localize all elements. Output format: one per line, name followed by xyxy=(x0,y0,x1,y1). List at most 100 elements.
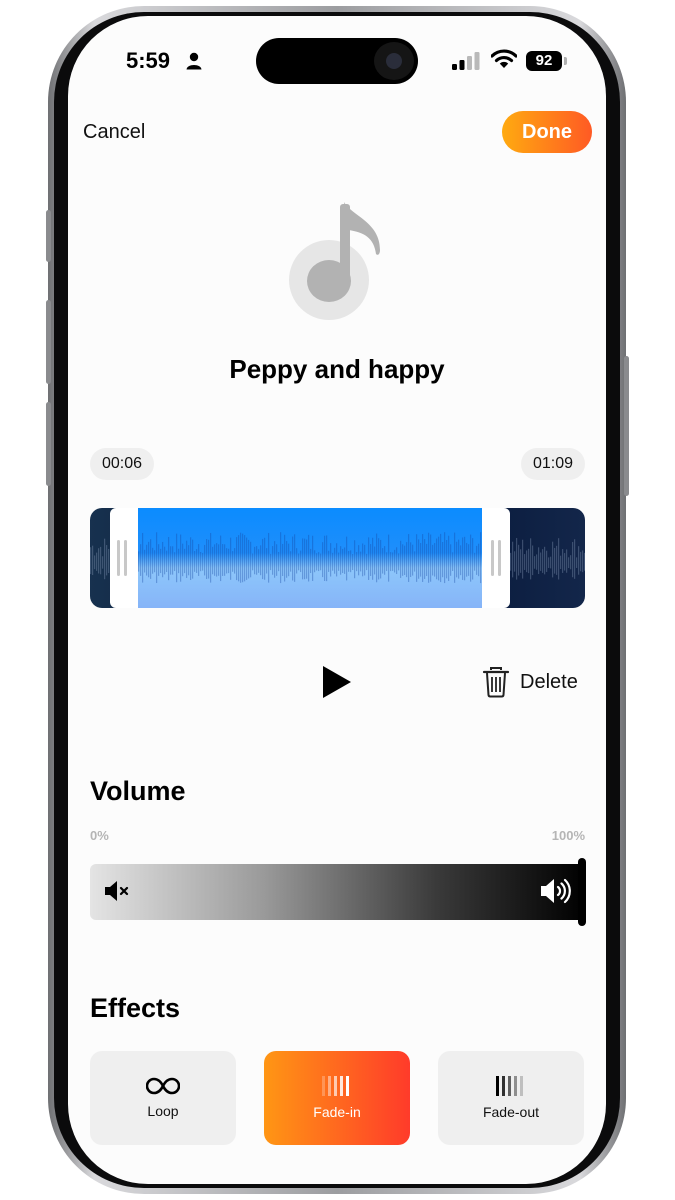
waveform-bar xyxy=(566,549,568,573)
signal-icon xyxy=(452,52,480,70)
effect-fade-in-label: Fade-in xyxy=(313,1104,361,1120)
battery-icon: 92 xyxy=(526,51,562,71)
waveform-bar xyxy=(398,553,400,571)
waveform-bars xyxy=(90,532,585,584)
trim-start-handle[interactable] xyxy=(110,508,138,608)
waveform-bar xyxy=(510,552,512,571)
volume-title: Volume xyxy=(90,776,186,806)
volume-slider[interactable] xyxy=(90,864,585,920)
waveform-bar xyxy=(222,544,224,576)
waveform-bar xyxy=(186,540,188,578)
camera-icon xyxy=(374,42,414,80)
cancel-button[interactable]: Cancel xyxy=(83,121,145,144)
effect-fade-in-button[interactable]: Fade-in xyxy=(264,1051,410,1145)
waveform-bar xyxy=(238,535,240,582)
trim-end-time: 01:09 xyxy=(520,448,585,480)
waveform-bar xyxy=(250,541,252,578)
waveform-bar xyxy=(332,552,334,571)
waveform-bar xyxy=(264,537,266,580)
waveform-bar xyxy=(396,547,398,575)
waveform-bar xyxy=(206,539,208,579)
waveform-bar xyxy=(92,545,94,576)
waveform-bar xyxy=(562,549,564,573)
track-title: Peppy and happy xyxy=(229,354,445,384)
fade-out-icon xyxy=(496,1076,523,1096)
waveform-bar xyxy=(276,544,278,576)
waveform-bar xyxy=(152,547,154,574)
waveform-bar xyxy=(144,549,146,573)
waveform-bar xyxy=(166,550,168,573)
waveform-bar xyxy=(240,532,242,583)
waveform-bar xyxy=(428,532,430,583)
waveform-bar xyxy=(374,546,376,575)
waveform-bar xyxy=(402,544,404,576)
waveform-bar xyxy=(256,546,258,575)
waveform-bar xyxy=(270,553,272,571)
waveform-bar xyxy=(406,542,408,578)
waveform-bar xyxy=(524,554,526,570)
waveform-bar xyxy=(376,533,378,583)
delete-button[interactable]: Delete xyxy=(482,662,578,702)
waveform-bar xyxy=(546,550,548,572)
waveform-bar xyxy=(312,535,314,581)
play-icon[interactable] xyxy=(320,664,354,700)
waveform-trimmer[interactable] xyxy=(90,508,585,608)
waveform-bar xyxy=(320,553,322,571)
waveform-bar xyxy=(358,545,360,576)
waveform-bar xyxy=(90,547,92,575)
waveform-bar xyxy=(106,545,108,576)
waveform-bar xyxy=(476,545,478,575)
trim-end-handle[interactable] xyxy=(482,508,510,608)
waveform-bar xyxy=(516,538,518,580)
waveform-bar xyxy=(226,548,228,574)
person-icon xyxy=(186,52,202,70)
waveform-bar xyxy=(550,556,552,569)
waveform-bar xyxy=(244,535,246,582)
waveform-bar xyxy=(392,552,394,571)
waveform-bar xyxy=(288,543,290,577)
waveform-bar xyxy=(224,544,226,576)
waveform-bar xyxy=(290,551,292,572)
waveform-bar xyxy=(182,543,184,577)
waveform-bar xyxy=(334,547,336,574)
waveform-bar xyxy=(214,544,216,576)
waveform-bar xyxy=(180,534,182,582)
waveform-bar xyxy=(282,543,284,577)
waveform-bar xyxy=(434,543,436,577)
waveform-bar xyxy=(310,548,312,574)
waveform-bar xyxy=(582,550,584,573)
waveform-bar xyxy=(400,540,402,578)
waveform-bar xyxy=(342,548,344,574)
effect-fade-out-button[interactable]: Fade-out xyxy=(438,1051,584,1145)
waveform-bar xyxy=(526,550,528,573)
waveform-bar xyxy=(410,542,412,577)
waveform-bar xyxy=(404,545,406,575)
volume-max-label: 100% xyxy=(551,828,585,843)
waveform-bar xyxy=(96,552,98,571)
waveform-bar xyxy=(148,541,150,578)
waveform-bar xyxy=(160,548,162,574)
waveform-bar xyxy=(572,541,574,578)
waveform-bar xyxy=(156,532,158,584)
waveform-bar xyxy=(272,546,274,575)
trash-icon xyxy=(482,667,510,698)
waveform-bar xyxy=(366,553,368,571)
volume-thumb[interactable] xyxy=(578,858,586,926)
waveform-bar xyxy=(446,540,448,579)
volume-min-label: 0% xyxy=(90,828,109,843)
waveform-bar xyxy=(300,550,302,573)
waveform-bar xyxy=(518,544,520,576)
waveform-bar xyxy=(280,532,282,584)
battery-tip xyxy=(564,57,567,65)
waveform-bar xyxy=(262,538,264,580)
waveform-bar xyxy=(436,538,438,580)
waveform-bar xyxy=(232,551,234,572)
waveform-bar xyxy=(192,539,194,579)
waveform-bar xyxy=(146,544,148,576)
waveform-bar xyxy=(246,537,248,580)
effect-loop-button[interactable]: Loop xyxy=(90,1051,236,1145)
waveform-bar xyxy=(254,546,256,575)
done-button[interactable]: Done xyxy=(502,111,592,153)
waveform-bar xyxy=(430,534,432,582)
waveform-bar xyxy=(420,543,422,577)
